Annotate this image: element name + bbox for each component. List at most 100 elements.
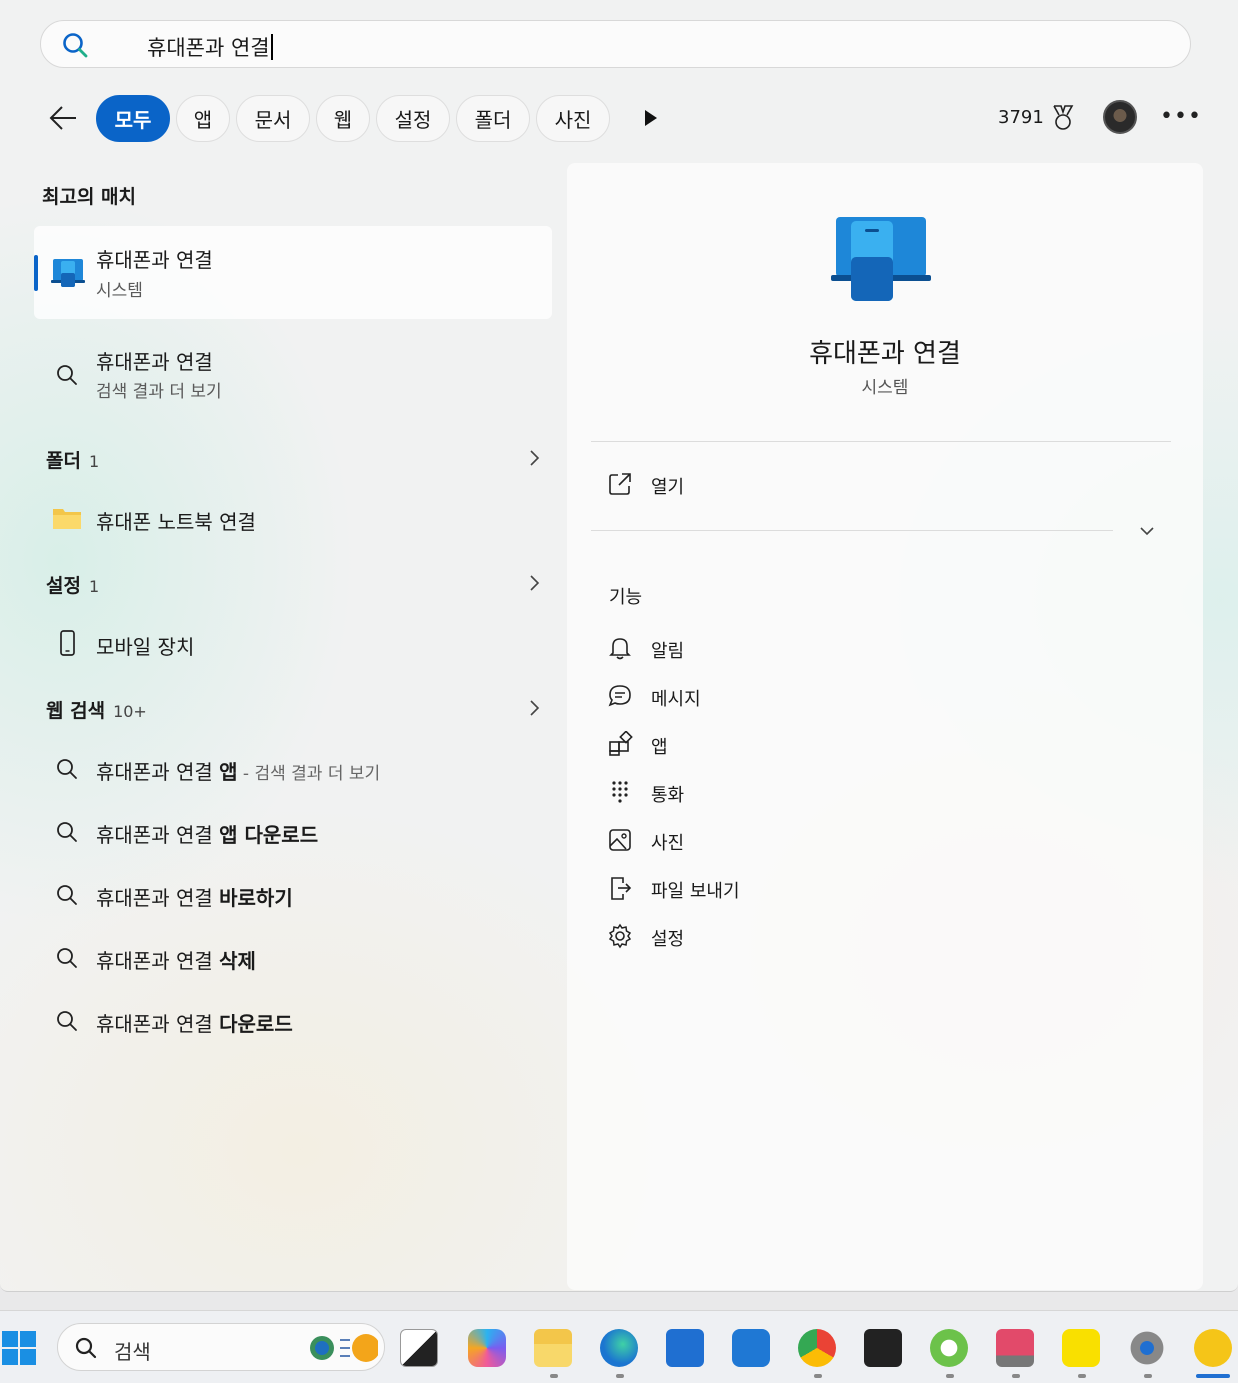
file-explorer-icon[interactable]: [534, 1329, 572, 1367]
details-panel: 휴대폰과 연결 시스템 열기 기능 알림 메시지 앱 통화 사진 파일 보내기 …: [567, 163, 1203, 1290]
feature-photos[interactable]: 사진: [591, 820, 1171, 860]
utorrent-icon[interactable]: [930, 1329, 968, 1367]
settings-count: 1: [88, 577, 100, 596]
chevron-right-icon[interactable]: [527, 699, 541, 717]
chrome-icon[interactable]: [798, 1329, 836, 1367]
file-send-icon: [611, 877, 632, 900]
search-input[interactable]: 휴대폰과 연결: [147, 32, 273, 62]
search-highlight-icon: [310, 1334, 378, 1362]
app-title: 휴대폰과 연결: [809, 339, 961, 369]
running-indicator: [550, 1374, 558, 1378]
feature-messages[interactable]: 메시지: [591, 676, 1171, 716]
task-view-icon[interactable]: [400, 1329, 438, 1367]
search-panel: 휴대폰과 연결 모두 앱 문서 웹 설정 폴더 사진 3791 ••• 최고의 …: [0, 0, 1238, 1292]
divider: [591, 530, 1113, 531]
web-search-heading[interactable]: 웹 검색 10+: [46, 696, 147, 723]
taskbar: 검색: [0, 1310, 1238, 1383]
search-icon: [57, 365, 77, 385]
web-search-count: 10+: [113, 702, 147, 721]
chevron-right-icon[interactable]: [527, 574, 541, 592]
taskbar-search[interactable]: 검색: [57, 1323, 385, 1371]
web-result-item[interactable]: 휴대폰과 연결 바로하기: [34, 868, 552, 922]
settings-gear-icon[interactable]: [1128, 1329, 1166, 1367]
feature-label: 통화: [651, 785, 685, 806]
chevron-down-icon[interactable]: [1139, 523, 1155, 539]
feature-settings[interactable]: 설정: [591, 916, 1171, 956]
rewards-points: 3791: [998, 107, 1044, 128]
settings-heading[interactable]: 설정 1: [46, 571, 99, 598]
feature-label: 파일 보내기: [651, 881, 740, 902]
search-icon: [57, 759, 77, 779]
tab-folders[interactable]: 폴더: [456, 95, 530, 142]
web-result-item[interactable]: 휴대폰과 연결 다운로드: [34, 994, 552, 1048]
outlook-icon[interactable]: [732, 1329, 770, 1367]
folder-item-label: 휴대폰 노트북 연결: [96, 510, 256, 534]
edge-icon[interactable]: [600, 1329, 638, 1367]
chevron-right-icon[interactable]: [527, 449, 541, 467]
open-label: 열기: [651, 477, 685, 498]
play-more-icon[interactable]: [642, 108, 660, 128]
folder-icon: [53, 509, 81, 529]
more-options-icon[interactable]: •••: [1160, 104, 1202, 129]
phone-link-icon: [51, 259, 85, 287]
selection-indicator: [34, 255, 38, 291]
tab-all[interactable]: 모두: [96, 95, 170, 142]
search-more-item[interactable]: 휴대폰과 연결 검색 결과 더 보기: [34, 330, 552, 410]
folders-heading[interactable]: 폴더 1: [46, 446, 99, 473]
back-arrow-icon[interactable]: [46, 102, 80, 134]
search-icon: [57, 885, 77, 905]
tab-apps[interactable]: 앱: [176, 95, 230, 142]
web-result-item[interactable]: 휴대폰과 연결 삭제: [34, 931, 552, 985]
running-indicator: [616, 1374, 624, 1378]
app-subtitle: 시스템: [861, 378, 909, 398]
media-player-icon[interactable]: [1194, 1329, 1232, 1367]
best-match-item[interactable]: 휴대폰과 연결 시스템: [34, 226, 552, 319]
web-result-item[interactable]: 휴대폰과 연결 앱 - 검색 결과 더 보기: [34, 742, 552, 796]
web-result-label: 휴대폰과 연결 바로하기: [96, 886, 293, 910]
divider: [591, 441, 1171, 442]
feature-label: 메시지: [651, 689, 701, 710]
copilot-icon[interactable]: [468, 1329, 506, 1367]
recorder-icon[interactable]: [864, 1329, 902, 1367]
search-icon: [57, 948, 77, 968]
kakaotalk-icon[interactable]: [1062, 1329, 1100, 1367]
running-indicator: [1078, 1374, 1086, 1378]
settings-item-label: 모바일 장치: [96, 635, 195, 659]
open-external-icon: [609, 473, 631, 495]
best-match-subtitle: 시스템: [96, 281, 143, 301]
feature-send-files[interactable]: 파일 보내기: [591, 868, 1171, 908]
dialpad-icon: [612, 781, 628, 803]
feature-label: 알림: [651, 641, 685, 662]
tab-documents[interactable]: 문서: [236, 95, 310, 142]
settings-item[interactable]: 모바일 장치: [34, 617, 552, 671]
gear-icon: [608, 923, 632, 949]
open-action[interactable]: 열기: [591, 461, 1171, 509]
message-icon: [608, 685, 631, 707]
web-result-label: 휴대폰과 연결 앱 - 검색 결과 더 보기: [96, 760, 381, 784]
feature-calls[interactable]: 통화: [591, 772, 1171, 812]
screen-tool-icon[interactable]: [996, 1329, 1034, 1367]
best-match-title: 휴대폰과 연결: [96, 248, 213, 272]
avatar[interactable]: [1103, 100, 1137, 134]
running-indicator: [946, 1374, 954, 1378]
search-icon: [63, 33, 88, 58]
folder-item[interactable]: 휴대폰 노트북 연결: [34, 492, 552, 546]
feature-label: 앱: [651, 737, 668, 758]
tab-web[interactable]: 웹: [316, 95, 370, 142]
search-box[interactable]: 휴대폰과 연결: [40, 20, 1191, 68]
tab-photos[interactable]: 사진: [536, 95, 610, 142]
feature-apps[interactable]: 앱: [591, 724, 1171, 764]
bell-icon: [609, 638, 631, 660]
feature-label: 설정: [651, 929, 685, 950]
rewards-medal-icon[interactable]: [1050, 104, 1076, 132]
features-heading: 기능: [609, 587, 643, 608]
feature-notifications[interactable]: 알림: [591, 628, 1171, 668]
windows-start-icon[interactable]: [2, 1331, 36, 1365]
tab-settings[interactable]: 설정: [376, 95, 450, 142]
search-icon: [57, 1011, 77, 1031]
microsoft-store-icon[interactable]: [666, 1329, 704, 1367]
active-indicator: [1196, 1374, 1230, 1378]
search-more-title: 휴대폰과 연결: [96, 350, 213, 374]
web-result-label: 휴대폰과 연결 앱 다운로드: [96, 823, 319, 847]
web-result-item[interactable]: 휴대폰과 연결 앱 다운로드: [34, 805, 552, 859]
